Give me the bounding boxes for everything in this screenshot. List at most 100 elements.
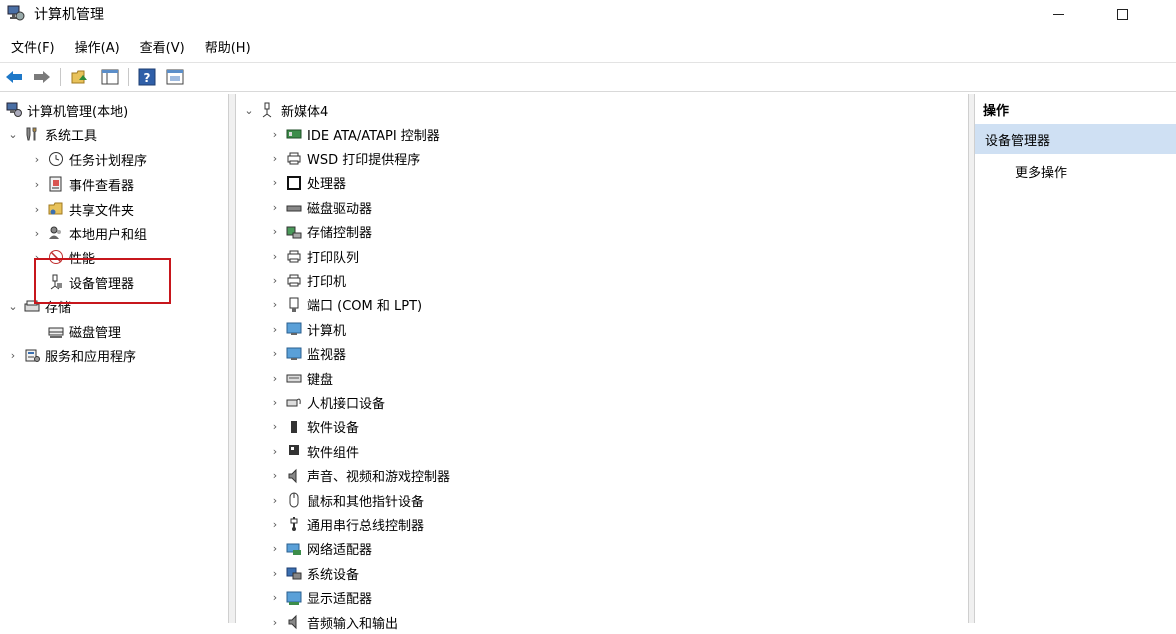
chevron-right-icon[interactable]: › — [268, 273, 282, 287]
tree-node-system-tools[interactable]: ⌄ 系统工具 — [6, 122, 97, 146]
device-category-node[interactable]: › 磁盘驱动器 — [268, 195, 372, 219]
tree-label-task-scheduler: 任务计划程序 — [69, 153, 148, 169]
device-root-node[interactable]: ⌄ 新媒体4 — [242, 98, 328, 122]
back-arrow-icon — [6, 71, 22, 83]
device-category-label: 音频输入和输出 — [307, 616, 399, 632]
device-root-label: 新媒体4 — [281, 104, 329, 120]
event-viewer-icon — [47, 175, 65, 193]
actions-header: 操作 — [983, 104, 1010, 119]
chevron-right-icon[interactable]: › — [268, 347, 282, 361]
device-category-label: 软件组件 — [307, 445, 360, 461]
more-actions-link[interactable]: 更多操作 — [1015, 162, 1067, 181]
device-category-node[interactable]: › 软件组件 — [268, 439, 359, 463]
device-category-label: 键盘 — [307, 372, 334, 388]
usb-icon — [285, 515, 303, 533]
chevron-right-icon[interactable]: › — [268, 420, 282, 434]
device-category-node[interactable]: › 打印机 — [268, 268, 346, 292]
tree-node-disk-management[interactable]: 磁盘管理 — [44, 319, 121, 343]
device-category-node[interactable]: › 网络适配器 — [268, 537, 372, 561]
chevron-right-icon[interactable]: › — [30, 152, 44, 166]
chevron-right-icon[interactable]: › — [268, 322, 282, 336]
chevron-down-icon[interactable]: ⌄ — [6, 127, 20, 141]
chevron-right-icon[interactable]: › — [268, 298, 282, 312]
chevron-right-icon[interactable]: › — [268, 444, 282, 458]
computer-management-window: 计算机管理 文件(F) 操作(A) 查看(V) 帮助(H) ? 计算机管理(本地… — [0, 0, 1176, 632]
chevron-right-icon[interactable]: › — [268, 517, 282, 531]
device-category-node[interactable]: › 处理器 — [268, 171, 346, 195]
navigation-tree-pane: 计算机管理(本地) ⌄ 系统工具 › 任务计划程序 › 事件查看器 › 共享文件… — [0, 94, 229, 623]
computer-management-icon — [5, 101, 23, 119]
hid-icon — [285, 393, 303, 411]
tree-node-root[interactable]: 计算机管理(本地) — [2, 98, 128, 122]
chevron-right-icon[interactable]: › — [268, 371, 282, 385]
device-category-node[interactable]: › 存储控制器 — [268, 220, 372, 244]
actions-section-device-manager[interactable]: 设备管理器 — [975, 124, 1176, 154]
disk-management-icon — [47, 322, 65, 340]
device-category-node[interactable]: › 打印队列 — [268, 244, 359, 268]
menu-file[interactable]: 文件(F) — [0, 34, 65, 58]
device-category-node[interactable]: › 端口 (COM 和 LPT) — [268, 293, 422, 317]
device-category-node[interactable]: › 键盘 — [268, 366, 333, 390]
ide-controller-icon — [285, 125, 303, 143]
device-category-label: 处理器 — [307, 177, 347, 193]
tree-node-event-viewer[interactable]: › 事件查看器 — [30, 172, 134, 196]
device-category-node[interactable]: › 计算机 — [268, 317, 346, 341]
chevron-right-icon[interactable]: › — [268, 395, 282, 409]
device-category-label: 存储控制器 — [307, 226, 373, 242]
computer-management-app-icon — [7, 4, 25, 22]
device-category-node[interactable]: › 通用串行总线控制器 — [268, 512, 424, 536]
device-category-node[interactable]: › 人机接口设备 — [268, 390, 385, 414]
show-hide-tree-button[interactable] — [100, 67, 120, 87]
chevron-right-icon[interactable]: › — [6, 348, 20, 362]
up-one-level-button[interactable] — [70, 67, 90, 87]
chevron-right-icon[interactable]: › — [268, 566, 282, 580]
properties-button[interactable] — [165, 67, 185, 87]
device-category-node[interactable]: › 系统设备 — [268, 561, 359, 585]
chevron-right-icon[interactable]: › — [30, 202, 44, 216]
chevron-down-icon[interactable]: ⌄ — [242, 103, 256, 117]
system-device-icon — [285, 564, 303, 582]
show-hide-tree-icon — [101, 69, 119, 85]
menu-help[interactable]: 帮助(H) — [195, 34, 261, 58]
forward-arrow-icon — [34, 71, 50, 83]
chevron-right-icon[interactable]: › — [268, 542, 282, 556]
tree-node-services-apps[interactable]: › 服务和应用程序 — [6, 343, 136, 367]
menu-action[interactable]: 操作(A) — [65, 34, 130, 58]
chevron-right-icon[interactable]: › — [268, 249, 282, 263]
chevron-right-icon[interactable]: › — [268, 615, 282, 629]
chevron-right-icon[interactable]: › — [268, 127, 282, 141]
chevron-right-icon[interactable]: › — [30, 226, 44, 240]
clock-icon — [47, 150, 65, 168]
tree-node-shared-folders[interactable]: › 共享文件夹 — [30, 197, 134, 221]
device-category-node[interactable]: › 音频输入和输出 — [268, 610, 398, 634]
device-category-node[interactable]: › 监视器 — [268, 342, 346, 366]
device-category-node[interactable]: › 鼠标和其他指针设备 — [268, 488, 424, 512]
chevron-right-icon[interactable]: › — [30, 177, 44, 191]
window-title: 计算机管理 — [34, 7, 104, 23]
back-button[interactable] — [4, 67, 24, 87]
close-button[interactable] — [1140, 0, 1176, 28]
tree-node-task-scheduler[interactable]: › 任务计划程序 — [30, 147, 147, 171]
device-category-node[interactable]: › IDE ATA/ATAPI 控制器 — [268, 122, 440, 146]
chevron-right-icon[interactable]: › — [268, 151, 282, 165]
properties-icon — [166, 69, 184, 85]
forward-button[interactable] — [32, 67, 52, 87]
minimize-button[interactable] — [1030, 0, 1086, 28]
chevron-right-icon[interactable]: › — [268, 493, 282, 507]
chevron-right-icon[interactable]: › — [268, 225, 282, 239]
chevron-right-icon[interactable]: › — [268, 591, 282, 605]
device-category-node[interactable]: › 声音、视频和游戏控制器 — [268, 464, 450, 488]
menu-view[interactable]: 查看(V) — [130, 34, 195, 58]
device-category-node[interactable]: › WSD 打印提供程序 — [268, 146, 420, 170]
chevron-right-icon[interactable]: › — [268, 176, 282, 190]
chevron-down-icon[interactable]: ⌄ — [6, 299, 20, 313]
chevron-right-icon[interactable]: › — [268, 200, 282, 214]
chevron-right-icon[interactable]: › — [268, 469, 282, 483]
title-bar: 计算机管理 — [0, 0, 1176, 28]
help-button[interactable]: ? — [137, 67, 157, 87]
device-category-node[interactable]: › 显示适配器 — [268, 586, 372, 610]
toolbar-separator — [128, 68, 129, 86]
maximize-icon — [1116, 8, 1128, 20]
tree-node-local-users-groups[interactable]: › 本地用户和组 — [30, 221, 147, 245]
device-category-node[interactable]: › 软件设备 — [268, 415, 359, 439]
